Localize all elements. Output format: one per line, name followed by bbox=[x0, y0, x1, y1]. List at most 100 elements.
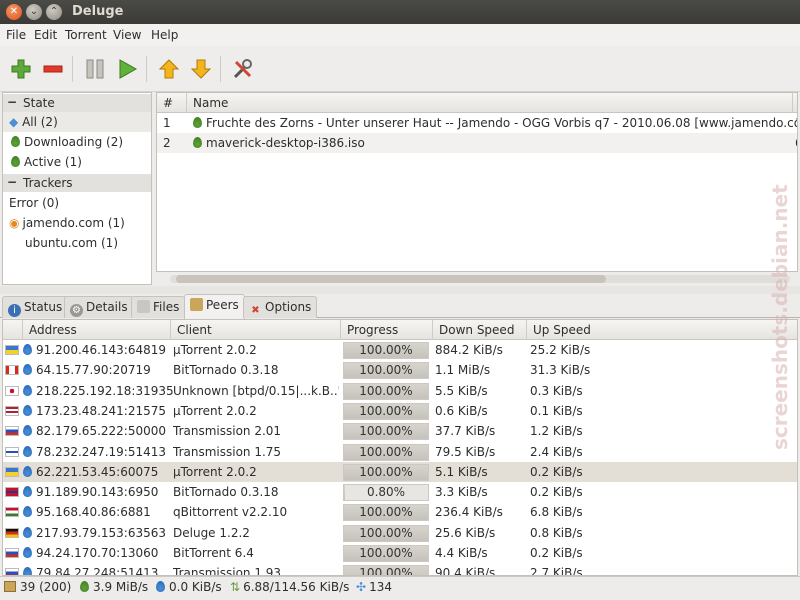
column-address[interactable]: Address bbox=[23, 320, 171, 340]
remove-torrent-button[interactable] bbox=[40, 56, 66, 82]
sidebar-item-active[interactable]: Active (1) bbox=[3, 152, 151, 172]
country-flag-icon bbox=[5, 548, 19, 558]
peer-progress-label: 100.00% bbox=[359, 363, 413, 378]
column-up-speed[interactable]: Up Speed bbox=[527, 320, 797, 340]
peer-client: µTorrent 2.0.2 bbox=[173, 343, 257, 357]
protocol-traffic-status: ⇅ 6.88/114.56 KiB/s bbox=[230, 580, 350, 594]
column-progress[interactable]: Progress bbox=[341, 320, 433, 340]
sidebar-item-downloading[interactable]: Downloading (2) bbox=[3, 132, 151, 152]
connections-icon bbox=[4, 581, 16, 592]
peer-address: 91.200.46.143:64819 bbox=[36, 343, 167, 357]
sidebar-item-ubuntu[interactable]: ubuntu.com (1) bbox=[3, 233, 151, 253]
peer-row[interactable]: 82.179.65.222:50000 Transmission 2.01 100.… bbox=[3, 421, 797, 441]
column-down-speed[interactable]: Down Speed bbox=[433, 320, 527, 340]
peer-up-speed: 2.7 KiB/s bbox=[530, 566, 583, 576]
peer-row[interactable]: 64.15.77.90:20719 BitTornado 0.3.18 100.00… bbox=[3, 360, 797, 380]
queue-down-icon bbox=[190, 59, 212, 79]
peer-progress-label: 100.00% bbox=[359, 403, 413, 418]
peer-client: Deluge 1.2.2 bbox=[173, 525, 250, 540]
menu-edit[interactable]: Edit bbox=[34, 28, 57, 42]
column-number[interactable]: # bbox=[157, 93, 187, 113]
pause-icon bbox=[86, 59, 104, 79]
menu-file[interactable]: File bbox=[6, 28, 26, 42]
peer-client: BitTorrent 6.4 bbox=[173, 546, 254, 560]
country-flag-icon bbox=[5, 466, 19, 477]
details-tabs: i Status ⚙ Details Files Peers ✖ Options bbox=[0, 294, 800, 319]
peer-row[interactable]: 62.221.53.45:60075 µTorrent 2.0.2 100.00% 5… bbox=[3, 461, 797, 483]
collapse-icon: − bbox=[7, 95, 18, 109]
peer-down-speed: 884.2 KiB/s bbox=[435, 343, 503, 357]
peer-row[interactable]: 173.23.48.241:21575 µTorrent 2.0.2 100.00%… bbox=[3, 401, 797, 421]
menu-view[interactable]: View bbox=[113, 28, 141, 42]
resume-button[interactable] bbox=[114, 56, 140, 82]
peer-row[interactable]: 79.84.27.248:51413 Transmission 1.93 100.0… bbox=[3, 563, 797, 576]
upload-speed-status[interactable]: 0.0 KiB/s bbox=[156, 580, 222, 594]
tab-details[interactable]: ⚙ Details bbox=[64, 296, 134, 318]
pause-button[interactable] bbox=[82, 56, 108, 82]
trackers-header[interactable]: − Trackers bbox=[3, 174, 151, 192]
tab-status[interactable]: i Status bbox=[2, 296, 69, 318]
sidebar-item-error[interactable]: Error (0) bbox=[3, 193, 151, 213]
state-header[interactable]: − State bbox=[3, 94, 151, 112]
peer-row[interactable]: 91.189.90.143:6950 BitTornado 0.3.18 0.80%… bbox=[3, 482, 797, 502]
window-maximize-button[interactable]: ⌃ bbox=[46, 4, 62, 20]
peer-row[interactable]: 94.24.170.70:13060 BitTorrent 6.4 100.00% 4… bbox=[3, 543, 797, 563]
column-name[interactable]: Name bbox=[187, 93, 793, 113]
menu-torrent[interactable]: Torrent bbox=[65, 28, 107, 42]
column-state[interactable]: S bbox=[793, 93, 797, 113]
download-speed-status[interactable]: 3.9 MiB/s bbox=[80, 580, 148, 594]
peer-down-speed: 90.4 KiB/s bbox=[435, 566, 496, 576]
column-flag[interactable] bbox=[3, 320, 23, 340]
peer-icon bbox=[23, 506, 32, 518]
peer-progress-label: 100.00% bbox=[359, 444, 413, 459]
peer-progress-bar: 100.00% bbox=[343, 382, 429, 400]
add-torrent-button[interactable] bbox=[8, 56, 34, 82]
peer-client: qBittorrent v2.2.10 bbox=[173, 505, 288, 520]
tab-options[interactable]: ✖ Options bbox=[243, 296, 318, 318]
peer-client: µTorrent 2.0.2 bbox=[173, 403, 257, 418]
torrent-list: # Name S 1 Fruchte des Zorns - Unter uns… bbox=[156, 92, 798, 272]
peer-row[interactable]: 91.200.46.143:64819 µTorrent 2.0.2 100.00%… bbox=[3, 340, 797, 360]
peers-list: Address Client Progress Down Speed Up Sp… bbox=[2, 319, 798, 576]
traffic-icon: ⇅ bbox=[230, 580, 241, 594]
peer-row[interactable]: 218.225.192.18:31935 Unknown [btpd/0.15|.… bbox=[3, 381, 797, 401]
sidebar-item-jamendo[interactable]: ◉ jamendo.com (1) bbox=[3, 213, 151, 233]
peer-up-speed: 31.3 KiB/s bbox=[530, 363, 591, 378]
peer-progress-label: 100.00% bbox=[359, 525, 413, 540]
peer-up-speed: 0.2 KiB/s bbox=[530, 546, 583, 560]
peer-down-speed: 3.3 KiB/s bbox=[435, 485, 488, 500]
menu-help[interactable]: Help bbox=[151, 28, 178, 42]
tab-files[interactable]: Files bbox=[131, 296, 186, 318]
downloading-icon bbox=[11, 136, 20, 147]
sidebar-item-all[interactable]: ◆ All (2) bbox=[3, 112, 151, 132]
info-icon: i bbox=[8, 304, 21, 317]
peer-progress-bar: 100.00% bbox=[343, 443, 429, 461]
torrent-row[interactable]: 2 maverick-desktop-i386.iso 6 bbox=[157, 133, 797, 153]
peer-row[interactable]: 217.93.79.153:63563 Deluge 1.2.2 100.00% 25… bbox=[3, 523, 797, 543]
peer-address: 95.168.40.86:6881 bbox=[36, 505, 151, 520]
torrent-row[interactable]: 1 Fruchte des Zorns - Unter unserer Haut… bbox=[157, 113, 797, 133]
scrollbar-thumb[interactable] bbox=[176, 275, 606, 283]
downloading-icon bbox=[193, 137, 202, 148]
queue-up-button[interactable] bbox=[156, 56, 182, 82]
peer-address: 94.24.170.70:13060 bbox=[36, 546, 159, 560]
window-close-button[interactable]: ✕ bbox=[6, 4, 22, 20]
peer-row[interactable]: 95.168.40.86:6881 qBittorrent v2.2.10 100.… bbox=[3, 502, 797, 522]
toolbar-separator bbox=[146, 56, 147, 82]
window-minimize-button[interactable]: ⌄ bbox=[26, 4, 42, 20]
peer-down-speed: 0.6 KiB/s bbox=[435, 403, 488, 418]
torrent-name: Fruchte des Zorns - Unter unserer Haut -… bbox=[206, 116, 798, 130]
column-client[interactable]: Client bbox=[171, 320, 341, 340]
preferences-button[interactable] bbox=[230, 56, 256, 82]
upload-icon bbox=[156, 581, 165, 592]
country-flag-icon bbox=[5, 487, 19, 498]
peer-row[interactable]: 78.232.247.19:51413 Transmission 1.75 100.… bbox=[3, 442, 797, 462]
torrent-list-header: # Name S bbox=[157, 93, 797, 113]
peer-progress-bar: 100.00% bbox=[343, 463, 429, 481]
connections-status[interactable]: 39 (200) bbox=[4, 580, 71, 594]
queue-down-button[interactable] bbox=[188, 56, 214, 82]
tab-peers[interactable]: Peers bbox=[184, 294, 245, 319]
pane-divider[interactable] bbox=[0, 286, 800, 294]
window-title: Deluge bbox=[72, 4, 124, 19]
horizontal-scrollbar[interactable] bbox=[160, 272, 798, 286]
